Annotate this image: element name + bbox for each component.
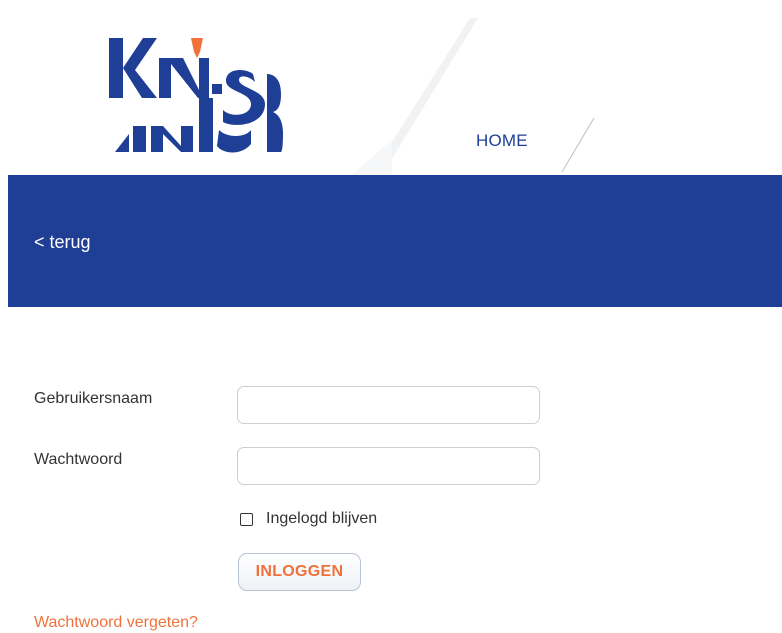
remember-me-option[interactable]: Ingelogd blijven [240,510,377,528]
username-label: Gebruikersnaam [34,390,153,407]
username-field[interactable] [237,386,540,424]
password-field[interactable] [237,447,540,485]
nav-home-link[interactable]: HOME [476,131,528,151]
remember-me-checkbox[interactable] [240,512,253,526]
forgot-password-link[interactable]: Wachtwoord vergeten? [34,614,198,632]
page-banner [8,175,782,307]
remember-me-label: Ingelogd blijven [266,510,378,527]
knsb-logo-icon [109,38,283,153]
site-header: HOME [0,0,782,185]
login-button[interactable]: INLOGGEN [238,553,361,591]
back-link[interactable]: < terug [34,232,91,253]
password-label: Wachtwoord [34,451,123,468]
